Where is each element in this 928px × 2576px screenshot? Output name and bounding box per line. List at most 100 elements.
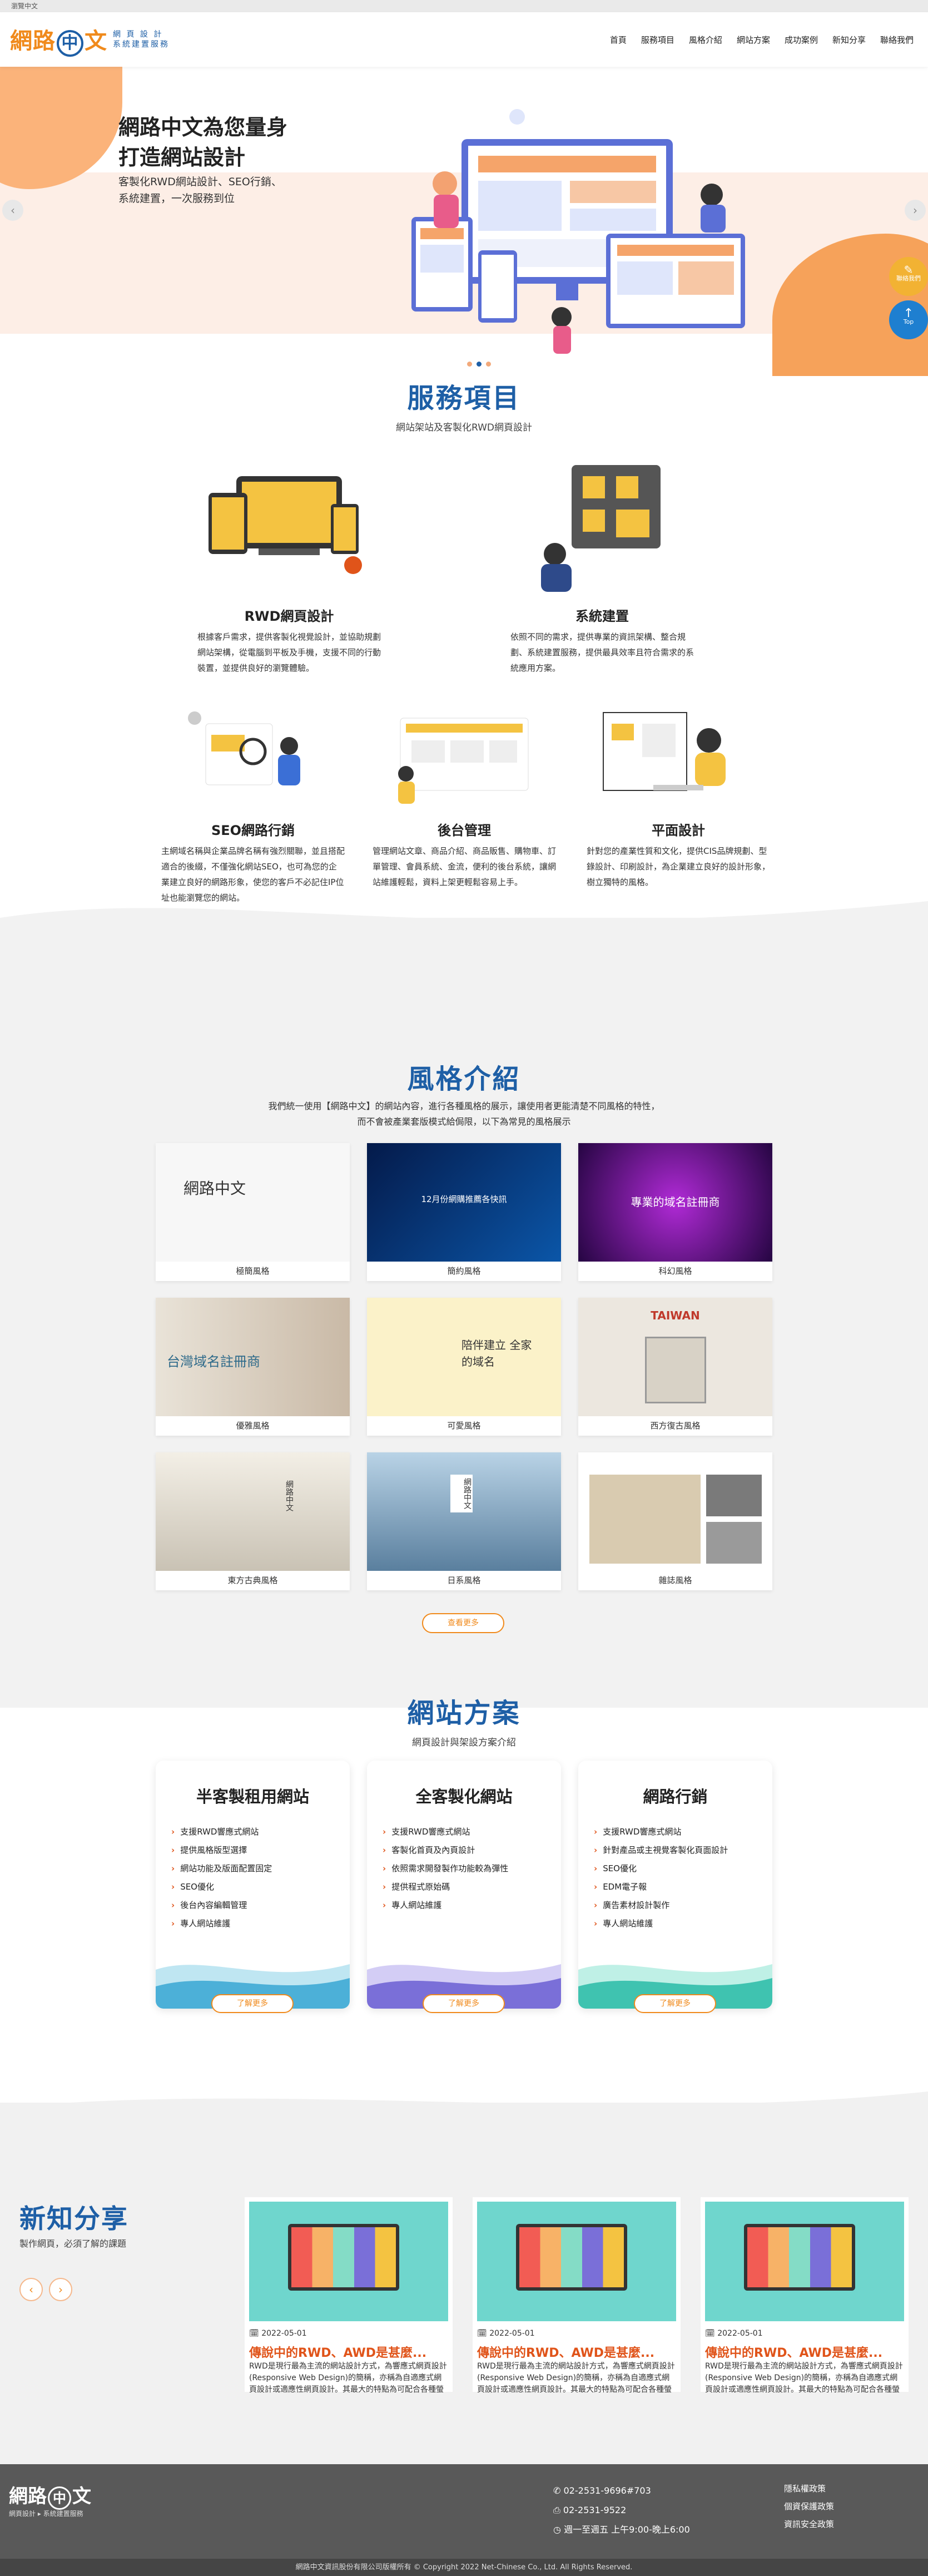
nav-plans[interactable]: 網站方案 (737, 34, 770, 46)
nav-services[interactable]: 服務項目 (641, 34, 674, 46)
hero-dot-3[interactable] (486, 362, 491, 367)
news-card-date: 🗓 2022-05-01 (705, 2329, 763, 2338)
plans-title: 網站方案 (407, 1698, 521, 1729)
style-card-simple[interactable]: 12月份網購推薦各快訊 簡約風格 (367, 1143, 561, 1281)
logo-wordmark: 網路中文 (10, 23, 107, 57)
news-card-date: 🗓 2022-05-01 (249, 2329, 307, 2338)
styles-desc-line2: 而不會被產業套版模式給侷限，以下為常見的風格展示 (357, 1116, 571, 1127)
plan-feature: 依照需求開發製作功能較為彈性 (383, 1860, 545, 1878)
news-next-button[interactable]: › (49, 2278, 72, 2301)
news-card-title: 傳說中的RWD、AWD是甚麼... (249, 2346, 427, 2360)
plan-feature: 提供程式原始碼 (383, 1878, 545, 1896)
plan-more-button[interactable]: 了解更多 (634, 1994, 716, 2013)
nav-home[interactable]: 首頁 (610, 34, 627, 46)
logo-text-1: 網路 (10, 28, 56, 54)
plan-feature: 提供風格版型選擇 (171, 1841, 334, 1860)
news-section: 新知分享 製作網頁，必須了解的課題 ‹ › 🗓 2022-05-01 傳說中的R… (0, 2092, 928, 2464)
style-card-elegant[interactable]: 台灣域名註冊商優雅風格 (156, 1298, 350, 1436)
news-prev-button[interactable]: ‹ (19, 2278, 43, 2301)
plan-features: 支援RWD響應式網站 提供風格版型選擇 網站功能及版面配置固定 SEO優化 後台… (156, 1823, 350, 1933)
style-card-cute[interactable]: 陪伴建立 全家的域名 可愛風格 (367, 1298, 561, 1436)
plan-features: 支援RWD響應式網站 針對產品或主視覺客製化頁面設計 SEO優化 EDM電子報 … (578, 1823, 772, 1933)
magazine-photo (589, 1475, 701, 1564)
service-graphic: 平面設計 針對您的產業性質和文化，提供CIS品牌規劃、型錄設計、印刷設計，為企業… (587, 701, 770, 890)
style-thumb (578, 1452, 772, 1571)
style-card-retro[interactable]: TAIWAN 西方復古風格 (578, 1298, 772, 1436)
nav-cases[interactable]: 成功案例 (785, 34, 818, 46)
news-card-date: 🗓 2022-05-01 (477, 2329, 535, 2338)
contact-float-label: 聯絡我們 (896, 275, 921, 282)
hero-title-line1: 網路中文為您量身 (118, 115, 288, 140)
style-thumb: TAIWAN (578, 1298, 772, 1416)
style-card-minimal[interactable]: 網路中文 極簡風格 (156, 1143, 350, 1281)
plan-card-semi-custom: 半客製租用網站 支援RWD響應式網站 提供風格版型選擇 網站功能及版面配置固定 … (156, 1761, 350, 2009)
hero-dot-1[interactable] (467, 362, 472, 367)
style-thumb: 12月份網購推薦各快訊 (367, 1143, 561, 1262)
service-system-title: 系統建置 (575, 609, 629, 624)
footer-hours: ◷ 週一至週五 上午9:00-晚上6:00 (553, 2520, 690, 2539)
logo-sub-2: 系統建置服務 (113, 40, 170, 49)
fax-icon: ⎙ (553, 2505, 560, 2515)
back-to-top-button[interactable]: ↑ Top (889, 300, 928, 339)
logo-text-2: 文 (85, 28, 107, 54)
hero-dot-2[interactable] (477, 362, 482, 367)
nav-contact[interactable]: 聯絡我們 (880, 34, 914, 46)
footer-logo[interactable]: 網路中文 (9, 2481, 91, 2510)
hero-next-button[interactable]: › (905, 200, 926, 221)
news-card-title: 傳說中的RWD、AWD是甚麼... (705, 2346, 883, 2360)
footer-link-personal-data[interactable]: 個資保護政策 (784, 2498, 834, 2515)
style-card-scifi[interactable]: 專業的域名註冊商 科幻風格 (578, 1143, 772, 1281)
service-graphic-title: 平面設計 (652, 823, 705, 838)
style-thumb: 網路中文 (367, 1452, 561, 1571)
nav-news[interactable]: 新知分享 (832, 34, 866, 46)
footer-fax-text: 02-2531-9522 (563, 2505, 627, 2515)
news-card-image (249, 2202, 448, 2321)
hero-desc-line2: 系統建置，一次服務到位 (118, 192, 235, 205)
style-thumb-text: 12月份網購推薦各快訊 (421, 1194, 507, 1204)
news-card[interactable]: 🗓 2022-05-01 傳說中的RWD、AWD是甚麼... RWD是現行最為主… (473, 2197, 681, 2394)
services-subtitle: 網站架站及客製化RWD網頁設計 (395, 422, 533, 433)
news-card-excerpt: RWD是現行最為主流的網站設計方式，為響應式網頁設計(Responsive We… (705, 2362, 903, 2394)
hero-title-line2: 打造網站設計 (118, 145, 246, 170)
plan-features: 支援RWD響應式網站 客製化首頁及內頁設計 依照需求開發製作功能較為彈性 提供程… (367, 1823, 561, 1915)
service-backend-title: 後台管理 (438, 823, 491, 838)
contact-float-button[interactable]: ✎ 聯絡我們 (889, 257, 928, 296)
service-system-desc: 依照不同的需求，提供專業的資訊架構、整合規劃、系統建置服務，提供最具效率且符合需… (510, 632, 694, 673)
news-card[interactable]: 🗓 2022-05-01 傳說中的RWD、AWD是甚麼... RWD是現行最為主… (245, 2197, 453, 2394)
copyright-bar: 網路中文資訊股份有限公司版權所有 © Copyright 2022 Net-Ch… (0, 2559, 928, 2576)
service-rwd: RWD網頁設計 根據客戶需求，提供客製化視覺設計，並協助規劃網站架構，從電腦到平… (197, 454, 381, 676)
footer-logo-circle-icon: 中 (48, 2486, 71, 2510)
service-system: 系統建置 依照不同的需求，提供專業的資訊架構、整合規劃、系統建置服務，提供最具效… (510, 454, 694, 676)
style-card-japanese[interactable]: 網路中文 日系風格 (367, 1452, 561, 1590)
plan-more-button[interactable]: 了解更多 (423, 1994, 505, 2013)
footer-link-privacy[interactable]: 隱私權政策 (784, 2480, 834, 2498)
news-date-text: 2022-05-01 (261, 2329, 307, 2338)
style-thumb: 台灣域名註冊商 (156, 1298, 350, 1416)
news-card-excerpt: RWD是現行最為主流的網站設計方式，為響應式網頁設計(Responsive We… (249, 2362, 447, 2394)
style-card-label: 科幻風格 (658, 1266, 692, 1276)
style-card-oriental[interactable]: 網路中文 東方古典風格 (156, 1452, 350, 1590)
footer-link-security[interactable]: 資訊安全政策 (784, 2515, 834, 2533)
footer-links: 隱私權政策 個資保護政策 資訊安全政策 (784, 2480, 834, 2533)
plans-section: 網站方案 網頁設計與架設方案介紹 半客製租用網站 支援RWD響應式網站 提供風格… (0, 1691, 928, 2013)
style-card-label: 優雅風格 (236, 1421, 270, 1431)
logo-sub-1: 網 頁 設 計 (113, 30, 163, 39)
footer-fax: ⎙ 02-2531-9522 (553, 2500, 690, 2520)
footer-phone-text: 02-2531-9696#703 (563, 2485, 651, 2496)
plan-feature: SEO優化 (594, 1860, 757, 1878)
styles-more-button[interactable]: 查看更多 (422, 1613, 504, 1633)
hero-prev-button[interactable]: ‹ (2, 200, 23, 221)
style-card-magazine[interactable]: 雜誌風格 (578, 1452, 772, 1590)
news-card[interactable]: 🗓 2022-05-01 傳說中的RWD、AWD是甚麼... RWD是現行最為主… (701, 2197, 909, 2394)
plan-feature: 客製化首頁及內頁設計 (383, 1841, 545, 1860)
plan-title: 半客製租用網站 (196, 1787, 309, 1806)
copyright-text: 網路中文資訊股份有限公司版權所有 © Copyright 2022 Net-Ch… (295, 2563, 633, 2572)
nav-styles[interactable]: 風格介紹 (689, 34, 722, 46)
style-thumb-text: 網路中文 (450, 1475, 473, 1512)
style-thumb-text: 網路中文 (183, 1179, 246, 1198)
seo-illustration (188, 711, 300, 785)
service-backend-desc: 管理網站文章、商品介紹、商品販售、購物車、訂單管理、會員系統、金流，便利的後台系… (373, 846, 557, 887)
styles-description: 我們統一使用【網路中文】的網站內容，進行各種風格的展示，讓使用者更能清楚不同風格… (0, 1099, 928, 1130)
site-logo[interactable]: 網路中文 網 頁 設 計 系統建置服務 (10, 23, 170, 57)
plan-more-button[interactable]: 了解更多 (211, 1994, 294, 2013)
